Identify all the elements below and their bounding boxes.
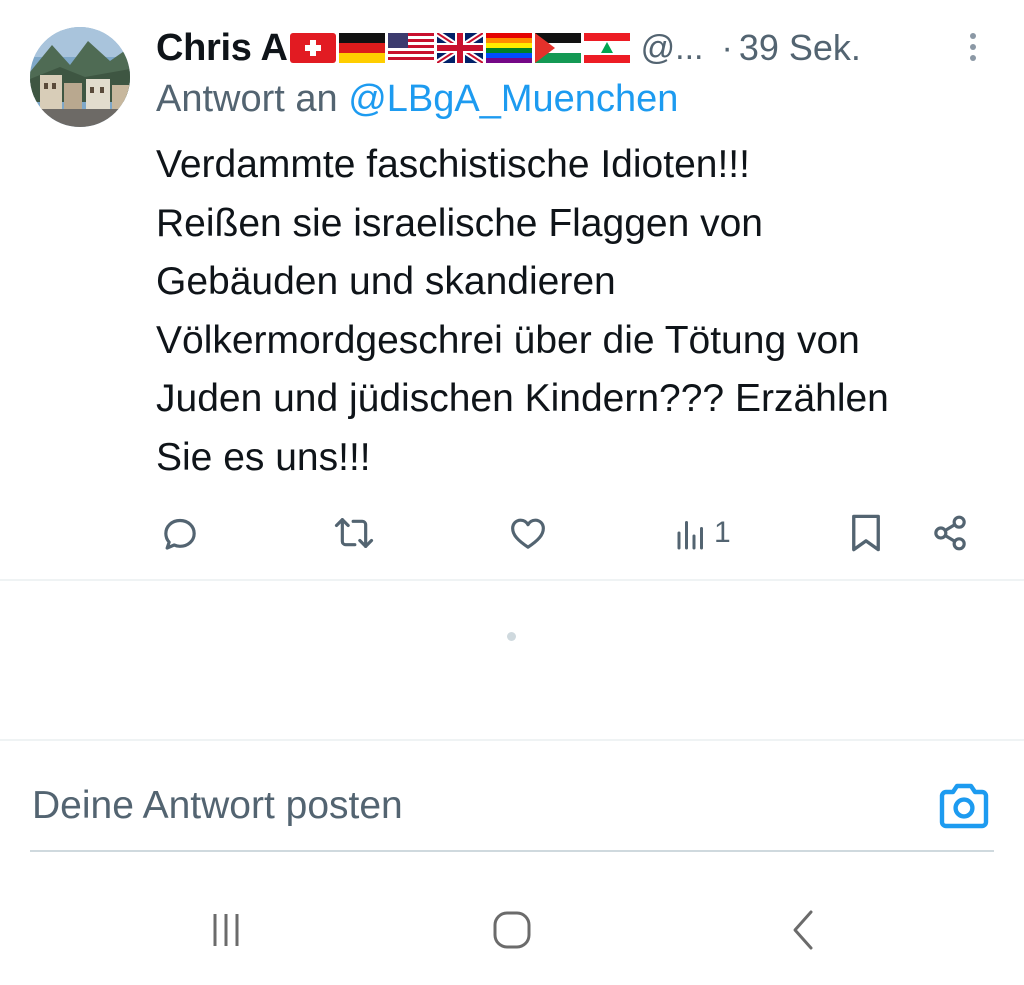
reply-to-mention[interactable]: @LBgA_Muenchen [348,78,678,120]
tweet-timestamp[interactable]: 39 Sek. [739,27,861,69]
author-handle[interactable]: @... [641,29,704,68]
bookmark-icon [852,514,880,552]
tweet-text-line: Juden und jüdischen Kindern??? Erzählen [156,377,889,420]
bookmark-button[interactable] [848,505,884,561]
home-icon [493,911,531,949]
lebanon-flag-icon [583,33,630,63]
retweet-icon [334,518,374,548]
avatar[interactable] [30,27,130,127]
rainbow-flag-icon [485,33,532,63]
us-flag-icon [387,33,434,63]
swiss-flag-icon [289,33,336,63]
views-icon [677,521,703,550]
views-button[interactable]: 1 [676,505,731,561]
tweet-text: Verdammte faschistische Idioten!!! Reiße… [156,136,1006,487]
author-name[interactable]: Chris A [156,27,288,70]
back-icon [793,910,813,950]
home-button[interactable] [488,902,536,958]
reply-composer [0,760,1024,850]
more-options-icon[interactable] [962,30,984,66]
separator-dot: · [721,28,733,67]
tweet-text-line: Sie es uns!!! [156,435,371,479]
back-button[interactable] [784,902,824,958]
recent-apps-button[interactable] [200,902,252,958]
reply-prefix: Antwort an [156,78,338,120]
reply-icon [164,518,196,550]
camera-button[interactable] [936,780,992,832]
like-button[interactable] [508,505,548,561]
retweet-button[interactable] [332,505,376,561]
reply-button[interactable] [160,505,200,561]
divider [0,739,1024,741]
reply-context: Antwort an @LBgA_Muenchen [156,78,678,121]
camera-icon [939,783,989,829]
tweet-header: Chris A @... · 39 Sek. [156,22,996,74]
like-icon [511,518,545,549]
tweet-detail-screen: Chris A @... · 39 Sek. Antwort an @LBgA_… [0,0,1024,985]
reply-input[interactable] [32,778,892,834]
tweet-action-bar: 1 [0,505,1024,561]
german-flag-icon [338,33,385,63]
tweet-text-line: Völkermordgeschrei über die Tötung von [156,318,860,362]
reply-input-underline [30,850,994,852]
tweet[interactable]: Chris A @... · 39 Sek. Antwort an @LBgA_… [0,0,1024,580]
tweet-text-line: Reißen sie israelische Flaggen von [156,201,763,245]
tweet-text-line: Verdammte faschistische Idioten!!! [156,143,750,186]
author-flags [289,33,633,63]
divider [0,579,1024,581]
uk-flag-icon [436,33,483,63]
views-count: 1 [714,516,731,549]
share-button[interactable] [930,505,970,561]
recent-apps-icon [213,914,239,946]
loading-indicator-dot [507,632,516,641]
system-navigation-bar [0,880,1024,985]
share-icon [934,515,966,551]
palestine-flag-icon [534,33,581,63]
tweet-text-line: Gebäuden und skandieren [156,260,616,303]
